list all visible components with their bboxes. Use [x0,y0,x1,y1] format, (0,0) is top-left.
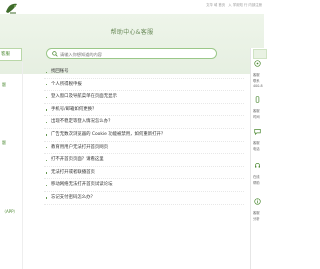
search-icon [52,51,58,57]
contact-text: 在线 [253,175,260,179]
bullet-icon [46,71,48,73]
faq-question[interactable]: 个人所得税申报 [51,82,82,87]
contact-text: 时间 [253,115,260,119]
faq-question[interactable]: 教育用用户无法打开首页网页 [51,145,108,150]
contact-panel: 客服 联系 400-8 客服 时间 客服 电话 在线 帮助 客服 分析 [250,48,267,269]
faq-item[interactable]: 无法打开或者联播首页 [44,167,244,180]
hero-banner [0,14,264,74]
search-box[interactable] [46,48,217,59]
top-bar: 文华 域 首页 入 学用知 行 内部注册 [0,0,264,14]
faq-item[interactable]: 广告无数次浏览器的 Cookie 功能被禁用，如何重新打开？ [44,129,244,142]
sidebar-item[interactable]: 题 [2,140,6,146]
sidebar: 题 题 （APP） [0,62,23,269]
contact-text: 帮助 [253,181,260,185]
bullet-icon [46,184,48,187]
contact-text: 客服 [253,73,260,77]
faq-item[interactable]: 忘记支付密码怎么办？ [44,192,244,205]
contact-text: 客服 [253,109,260,113]
bullet-icon [46,109,48,111]
contact-text: 400-8 [253,84,263,88]
bullet-icon [46,197,48,199]
bullet-icon [46,159,48,162]
faq-item[interactable]: 教育用用户无法打开首页网页 [44,142,244,155]
contact-text: 电话 [253,147,260,151]
top-links: 文华 域 首页 入 学用知 行 内部注册 [204,2,262,7]
contact-text: 客服 [253,141,260,145]
faq-item[interactable]: 个人所得税申报 [44,79,244,92]
faq-question[interactable]: 出现不稳定等登入情况怎么办？ [51,119,112,124]
faq-question[interactable]: 找回账号 [51,69,69,74]
faq-item[interactable]: 登入窗口及导航菜单在页面无显示 [44,91,244,104]
top-link[interactable]: 文华 域 首页 [206,3,225,7]
page-title: 帮助中心&客服 [110,29,154,36]
contact-badge [253,49,267,59]
faq-question[interactable]: 忘记支付密码怎么办？ [51,195,95,200]
faq-item[interactable]: 手机号/邮箱如何更换？ [44,104,244,117]
bullet-icon [46,134,48,136]
bullet-icon [46,172,48,174]
bullet-icon [46,96,48,99]
phone-icon [255,96,260,103]
faq-question[interactable]: 移动网络无法打开首页试读论坛 [51,182,112,187]
sidebar-item[interactable]: 题 [2,82,6,88]
faq-question[interactable]: 手机号/邮箱如何更换？ [51,107,96,112]
faq-question[interactable]: 无法打开或者联播首页 [51,170,95,175]
contact-text: 分析 [253,217,260,221]
info-icon [254,198,261,205]
top-link[interactable]: 入 学用知 行 内部注册 [228,3,262,7]
faq-question[interactable]: 广告无数次浏览器的 Cookie 功能被禁用，如何重新打开？ [51,132,165,137]
bullet-icon [46,147,48,149]
faq-question[interactable]: 登入窗口及导航菜单在页面无显示 [51,94,117,99]
sidebar-item[interactable]: （APP） [2,209,18,215]
faq-item[interactable]: 打不开首页页面？请看这里 [44,154,244,167]
chat-icon [254,129,261,135]
search-input[interactable] [60,50,210,58]
faq-item[interactable]: 移动网络无法打开首页试读论坛 [44,179,244,192]
contact-text: 客服 [253,211,260,215]
bullet-icon [46,84,48,86]
bullet-icon [46,121,48,124]
service-icon [254,60,261,67]
faq-item[interactable]: 出现不稳定等登入情况怎么办？ [44,116,244,129]
faq-item[interactable]: 找回账号 [44,66,244,79]
contact-text: 联系 [253,79,260,83]
logo-icon[interactable] [4,1,20,15]
faq-list: 找回账号 个人所得税申报 登入窗口及导航菜单在页面无显示 手机号/邮箱如何更换？… [44,66,244,205]
sidebar-heading[interactable]: 客服 [0,48,22,61]
faq-question[interactable]: 打不开首页页面？请看这里 [51,157,104,162]
headset-icon [255,163,260,168]
